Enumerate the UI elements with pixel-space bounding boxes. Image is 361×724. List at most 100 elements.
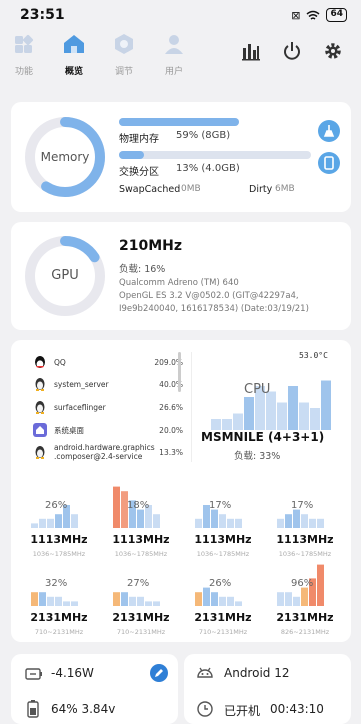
linux-penguin-icon bbox=[33, 377, 47, 391]
core-bar bbox=[317, 518, 324, 528]
divider bbox=[191, 352, 192, 462]
linux-penguin-icon bbox=[33, 400, 47, 414]
core-bar bbox=[219, 514, 226, 528]
core-frequency: 2131MHz bbox=[276, 611, 334, 624]
wifi-icon bbox=[306, 10, 320, 20]
swap-bar bbox=[119, 151, 311, 159]
core-bar bbox=[227, 518, 234, 528]
gear-icon[interactable] bbox=[322, 40, 344, 62]
process-name: surfaceflinger bbox=[54, 402, 106, 412]
broom-icon bbox=[323, 125, 335, 137]
mute-icon: ⊠ bbox=[291, 8, 301, 22]
core-bar bbox=[203, 587, 210, 606]
bar-chart-icon[interactable] bbox=[240, 40, 262, 62]
process-row[interactable]: surfaceflinger 26.6% bbox=[33, 397, 183, 417]
memory-detail-button[interactable] bbox=[318, 152, 340, 174]
cpu-load: 负载: 33% bbox=[234, 451, 281, 462]
core-bar bbox=[31, 592, 38, 606]
cpu-history-bar bbox=[222, 419, 232, 430]
uptime-value: 00:43:10 bbox=[270, 702, 324, 716]
android-icon bbox=[197, 667, 213, 678]
battery-icon bbox=[27, 700, 39, 718]
process-scrollbar[interactable] bbox=[178, 352, 181, 392]
core-frequency-range: 710~2131MHz bbox=[198, 628, 248, 636]
clean-memory-button[interactable] bbox=[318, 120, 340, 142]
swap-value: 13% (4.0GB) bbox=[176, 163, 240, 174]
process-name: system_server bbox=[54, 379, 109, 389]
android-version: Android 12 bbox=[224, 666, 290, 680]
process-row[interactable]: QQ 209.0% bbox=[33, 352, 183, 372]
core-bar bbox=[63, 601, 70, 606]
swapcached-value: 0MB bbox=[181, 184, 201, 194]
power-icon[interactable] bbox=[281, 40, 303, 62]
power-watts: -4.16W bbox=[51, 666, 94, 680]
qq-penguin-icon bbox=[33, 355, 47, 369]
core-bar bbox=[277, 592, 284, 606]
gpu-gl-version: OpenGL ES 3.2 V@0502.0 (GIT@42297a4, bbox=[119, 291, 299, 301]
core-bar bbox=[113, 486, 120, 528]
tab-functions[interactable]: 功能 bbox=[4, 32, 44, 77]
core-bar bbox=[277, 518, 284, 528]
core-bar bbox=[235, 518, 242, 528]
core-bar bbox=[55, 596, 62, 606]
core-bar bbox=[195, 592, 202, 606]
core-frequency: 2131MHz bbox=[112, 611, 170, 624]
cpu-history-bar bbox=[310, 408, 320, 430]
status-bar: 23:51 ⊠ 64 bbox=[0, 0, 361, 30]
power-card: -4.16W 64% 3.84v bbox=[11, 654, 178, 724]
process-row[interactable]: 系统桌面 20.0% bbox=[33, 420, 183, 440]
core-frequency-range: 710~2131MHz bbox=[34, 628, 84, 636]
core-bar bbox=[293, 509, 300, 528]
clock-icon bbox=[197, 701, 213, 717]
pencil-icon bbox=[155, 669, 163, 677]
tab-label: 用户 bbox=[164, 67, 183, 77]
core-bar bbox=[227, 596, 234, 606]
tab-user[interactable]: 用户 bbox=[154, 32, 194, 77]
process-name: android.hardware.graphics .composer@2.4-… bbox=[54, 443, 155, 461]
linux-penguin-icon bbox=[33, 445, 47, 459]
cpu-history-bar bbox=[321, 380, 331, 430]
core-bar bbox=[55, 514, 62, 528]
ram-value: 59% (8GB) bbox=[176, 130, 231, 141]
core-load-percent: 17% bbox=[291, 500, 314, 511]
status-time: 23:51 bbox=[20, 7, 65, 23]
cpu-temperature: 53.0°C bbox=[299, 351, 328, 360]
core-bar bbox=[31, 523, 38, 528]
tab-overview[interactable]: 概览 bbox=[54, 32, 94, 77]
process-row[interactable]: system_server 40.0% bbox=[33, 374, 183, 394]
tab-tuning[interactable]: 调节 bbox=[104, 32, 144, 77]
dirty-value: 6MB bbox=[275, 184, 295, 194]
gpu-renderer: Qualcomm Adreno (TM) 640 bbox=[119, 278, 239, 288]
gpu-gl-build: I9e9b240040, 1616178534) (Date:03/19/21) bbox=[119, 304, 309, 314]
process-cpu-percent: 13.3% bbox=[159, 447, 183, 457]
core-bar bbox=[137, 596, 144, 606]
core-frequency-range: 1036~1785MHz bbox=[196, 550, 250, 558]
process-row[interactable]: android.hardware.graphics .composer@2.4-… bbox=[33, 442, 183, 462]
user-icon bbox=[165, 35, 183, 54]
ram-label: 物理内存 bbox=[119, 134, 159, 145]
process-name: QQ bbox=[54, 357, 66, 367]
core-load-percent: 32% bbox=[45, 578, 68, 589]
core-frequency-range: 826~2131MHz bbox=[280, 628, 330, 636]
cpu-card: QQ 209.0% system_server 40.0% surfaceflinger… bbox=[11, 340, 351, 642]
core-bar bbox=[121, 592, 128, 606]
core-bar bbox=[47, 596, 54, 606]
phone-icon bbox=[324, 156, 334, 170]
core-load-percent: 96% bbox=[291, 578, 314, 589]
tab-label: 概览 bbox=[64, 67, 83, 77]
core-load-percent: 26% bbox=[209, 578, 232, 589]
home-icon bbox=[64, 35, 84, 53]
edit-button[interactable] bbox=[150, 664, 168, 682]
core-frequency: 1113MHz bbox=[194, 533, 252, 546]
core-bar bbox=[71, 514, 78, 528]
core-bar bbox=[301, 514, 308, 528]
core-bar bbox=[137, 509, 144, 528]
cpu-history-bar bbox=[288, 386, 298, 430]
core-bar bbox=[47, 518, 54, 528]
top-nav: 功能 概览 调节 用户 bbox=[0, 32, 361, 77]
core-frequency-range: 1036~1785MHz bbox=[114, 550, 168, 558]
core-bar bbox=[39, 518, 46, 528]
gpu-load: 负载: 16% bbox=[119, 264, 166, 275]
system-card: Android 12 已开机 00:43:10 bbox=[184, 654, 351, 724]
core-bar bbox=[211, 592, 218, 606]
